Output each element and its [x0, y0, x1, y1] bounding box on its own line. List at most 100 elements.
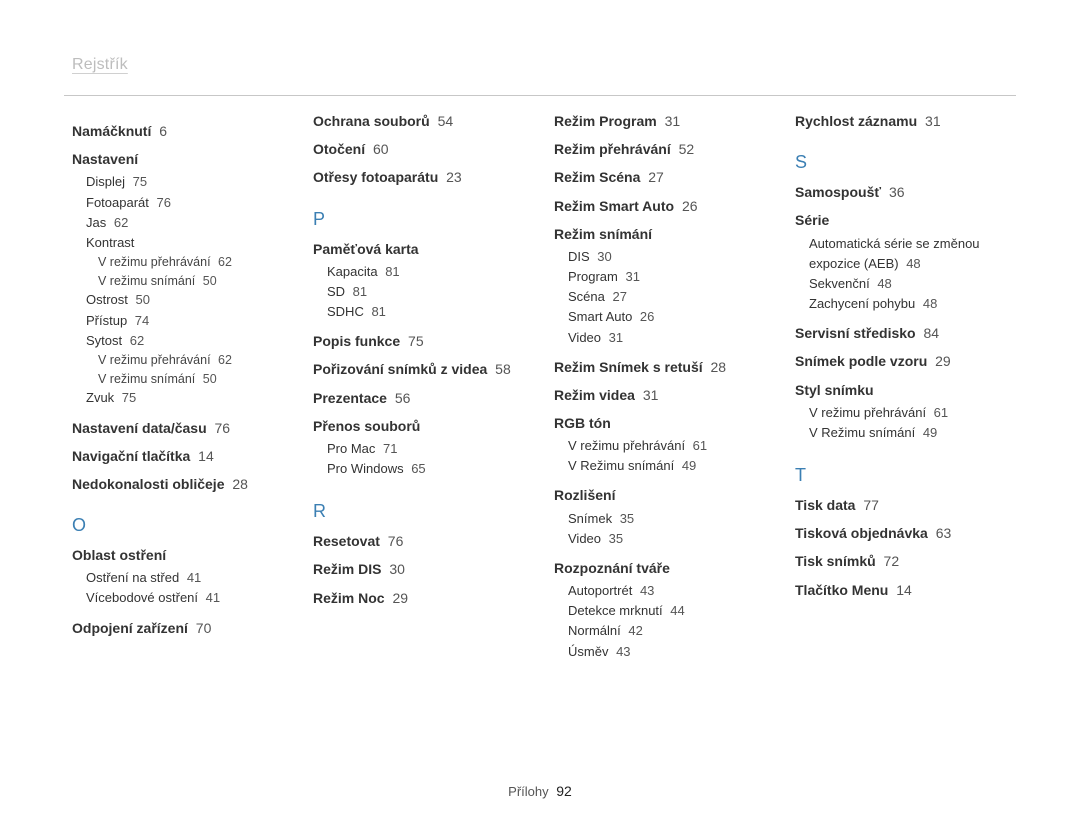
- entry-label: Prezentace: [313, 390, 387, 406]
- index-subentry: Video 31: [568, 328, 767, 348]
- entry-label: Autoportrét: [568, 583, 632, 598]
- index-subentry: Ostření na střed 41: [86, 568, 285, 588]
- index-column: Rychlost záznamu 31SSamospoušť 36SérieAu…: [795, 112, 1008, 662]
- entry-page: 31: [921, 113, 940, 129]
- entry-page: 29: [389, 590, 408, 606]
- index-subentry: Program 31: [568, 267, 767, 287]
- entry-page: 77: [859, 497, 878, 513]
- entry-page: 48: [919, 296, 937, 311]
- entry-page: 84: [920, 325, 939, 341]
- entry-label: Rozpoznání tváře: [554, 560, 670, 576]
- entry-label: V režimu snímání: [98, 274, 195, 288]
- entry-label: Režim přehrávání: [554, 141, 671, 157]
- entry-page: 48: [874, 276, 892, 291]
- index-heading: Režim videa 31: [554, 386, 767, 404]
- entry-label: Vícebodové ostření: [86, 590, 198, 605]
- entry-label: Zvuk: [86, 390, 114, 405]
- index-subentry: V Režimu snímání 49: [568, 456, 767, 476]
- index-subentry: Pro Windows 65: [327, 459, 526, 479]
- entry-label: Přenos souborů: [313, 418, 420, 434]
- index-heading: Rozpoznání tváře: [554, 559, 767, 577]
- entry-page: 41: [202, 590, 220, 605]
- index-subentry: Normální 42: [568, 621, 767, 641]
- entry-label: SDHC: [327, 304, 364, 319]
- entry-label: Otřesy fotoaparátu: [313, 169, 438, 185]
- entry-label: Pro Windows: [327, 461, 404, 476]
- index-heading: Režim Program 31: [554, 112, 767, 130]
- entry-page: 62: [126, 333, 144, 348]
- entry-page: 81: [368, 304, 386, 319]
- index-heading: Nedokonalosti obličeje 28: [72, 475, 285, 493]
- entry-label: Pro Mac: [327, 441, 375, 456]
- page-footer: Přílohy 92: [0, 783, 1080, 799]
- index-column: Namáčknutí 6NastaveníDisplej 75Fotoapará…: [72, 112, 285, 662]
- index-page: Rejstřík Namáčknutí 6NastaveníDisplej 75…: [0, 0, 1080, 815]
- index-heading: Popis funkce 75: [313, 332, 526, 350]
- index-letter: P: [313, 209, 526, 230]
- entry-label: RGB tón: [554, 415, 611, 431]
- entry-label: V režimu přehrávání: [98, 255, 211, 269]
- index-subentry: Pro Mac 71: [327, 439, 526, 459]
- entry-label: Fotoaparát: [86, 195, 149, 210]
- footer-label: Přílohy: [508, 784, 548, 799]
- index-subentry: Detekce mrknutí 44: [568, 601, 767, 621]
- entry-label: Resetovat: [313, 533, 380, 549]
- index-letter: O: [72, 515, 285, 536]
- entry-label: Rychlost záznamu: [795, 113, 917, 129]
- index-column: Režim Program 31Režim přehrávání 52Režim…: [554, 112, 767, 662]
- index-heading: Snímek podle vzoru 29: [795, 352, 1008, 370]
- index-subentry: DIS 30: [568, 247, 767, 267]
- entry-label: Tisk snímků: [795, 553, 876, 569]
- index-heading: Tisková objednávka 63: [795, 524, 1008, 542]
- entry-page: 71: [379, 441, 397, 456]
- entry-label: Přístup: [86, 313, 127, 328]
- index-heading: Režim Snímek s retuší 28: [554, 358, 767, 376]
- index-heading: Režim snímání: [554, 225, 767, 243]
- title-rule: [64, 95, 1016, 96]
- index-letter: R: [313, 501, 526, 522]
- index-subentry: Autoportrét 43: [568, 581, 767, 601]
- entry-label: Scéna: [568, 289, 605, 304]
- entry-label: Namáčknutí: [72, 123, 151, 139]
- index-heading: Samospoušť 36: [795, 183, 1008, 201]
- entry-label: Styl snímku: [795, 382, 874, 398]
- entry-label: Ochrana souborů: [313, 113, 430, 129]
- index-heading: Režim přehrávání 52: [554, 140, 767, 158]
- index-subentry: Zachycení pohybu 48: [809, 294, 1008, 314]
- entry-label: Režim snímání: [554, 226, 652, 242]
- entry-label: Servisní středisko: [795, 325, 916, 341]
- entry-page: 50: [199, 372, 216, 386]
- index-subentry: Vícebodové ostření 41: [86, 588, 285, 608]
- page-title: Rejstřík: [72, 56, 1008, 80]
- entry-label: Jas: [86, 215, 106, 230]
- index-subentry: Snímek 35: [568, 509, 767, 529]
- index-heading: Nastavení data/času 76: [72, 419, 285, 437]
- index-heading: Otřesy fotoaparátu 23: [313, 168, 526, 186]
- entry-page: 30: [594, 249, 612, 264]
- entry-label: Zachycení pohybu: [809, 296, 915, 311]
- index-subsubentry: V režimu přehrávání 62: [98, 351, 285, 370]
- entry-page: 31: [622, 269, 640, 284]
- entry-label: Snímek: [568, 511, 612, 526]
- index-heading: Navigační tlačítka 14: [72, 447, 285, 465]
- entry-page: 26: [636, 309, 654, 324]
- index-subentry: V režimu přehrávání 61: [809, 403, 1008, 423]
- footer-page-number: 92: [556, 783, 572, 799]
- index-heading: Paměťová karta: [313, 240, 526, 258]
- entry-label: Nastavení data/času: [72, 420, 207, 436]
- entry-label: Otočení: [313, 141, 365, 157]
- index-subentry: Kapacita 81: [327, 262, 526, 282]
- index-heading: Ochrana souborů 54: [313, 112, 526, 130]
- entry-label: Navigační tlačítka: [72, 448, 190, 464]
- index-subentry: Úsměv 43: [568, 642, 767, 662]
- index-letter: S: [795, 152, 1008, 173]
- entry-page: 6: [155, 123, 167, 139]
- entry-label: Oblast ostření: [72, 547, 166, 563]
- index-heading: Otočení 60: [313, 140, 526, 158]
- entry-label: V režimu přehrávání: [568, 438, 685, 453]
- index-heading: Režim Noc 29: [313, 589, 526, 607]
- index-subentry: Smart Auto 26: [568, 307, 767, 327]
- index-subentry: Video 35: [568, 529, 767, 549]
- index-column: Ochrana souborů 54 Otočení 60 Otřesy fotoa…: [313, 112, 526, 662]
- entry-label: Režim Snímek s retuší: [554, 359, 703, 375]
